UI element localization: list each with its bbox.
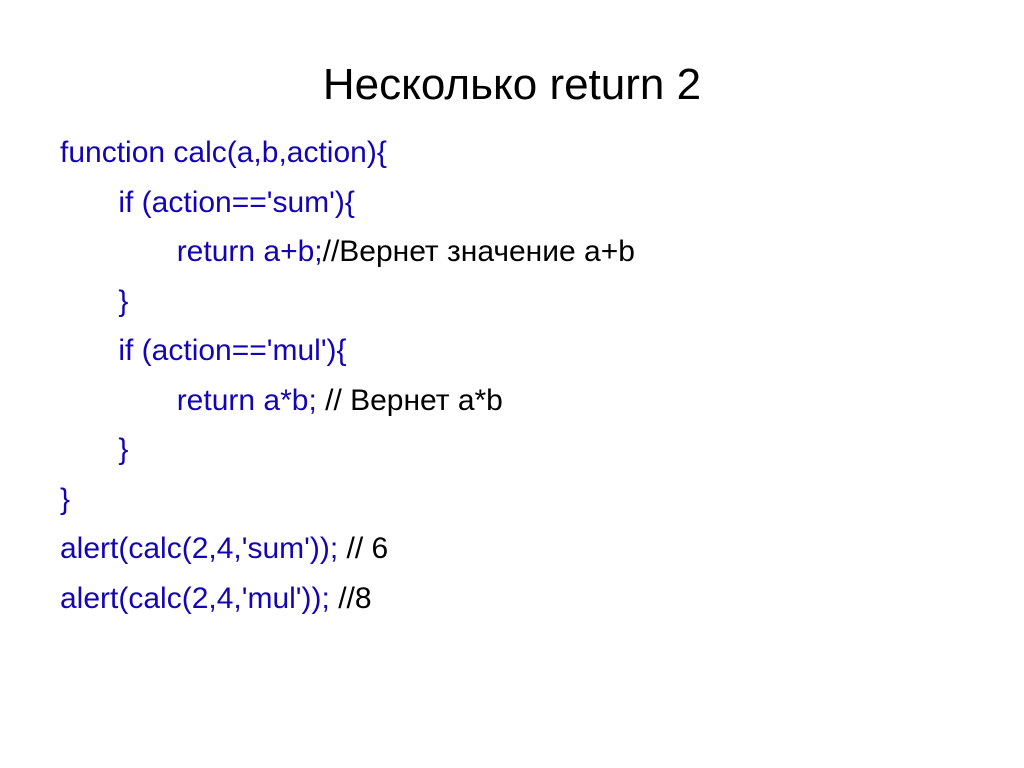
code-comment: // Вернет a*b (325, 384, 503, 417)
code-comment: // 6 (347, 532, 389, 565)
code-line: alert(calc(2,4,'sum')); (60, 532, 347, 565)
slide: Несколько return 2 function calc(a,b,act… (0, 0, 1024, 623)
code-line: } (60, 433, 128, 466)
code-line: } (60, 483, 70, 516)
code-comment: //Вернет значение a+b (323, 235, 635, 268)
code-line: return a+b; (60, 235, 323, 268)
code-comment: //8 (338, 582, 371, 615)
code-line: alert(calc(2,4,'mul')); (60, 582, 338, 615)
code-line: if (action=='sum'){ (60, 186, 355, 219)
code-line: if (action=='mul'){ (60, 334, 347, 367)
slide-title: Несколько return 2 (60, 60, 964, 110)
code-line: return a*b; (60, 384, 325, 417)
code-line: function calc(a,b,action){ (60, 136, 387, 169)
code-block: function calc(a,b,action){ if (action=='… (60, 128, 964, 623)
code-line: } (60, 285, 128, 318)
